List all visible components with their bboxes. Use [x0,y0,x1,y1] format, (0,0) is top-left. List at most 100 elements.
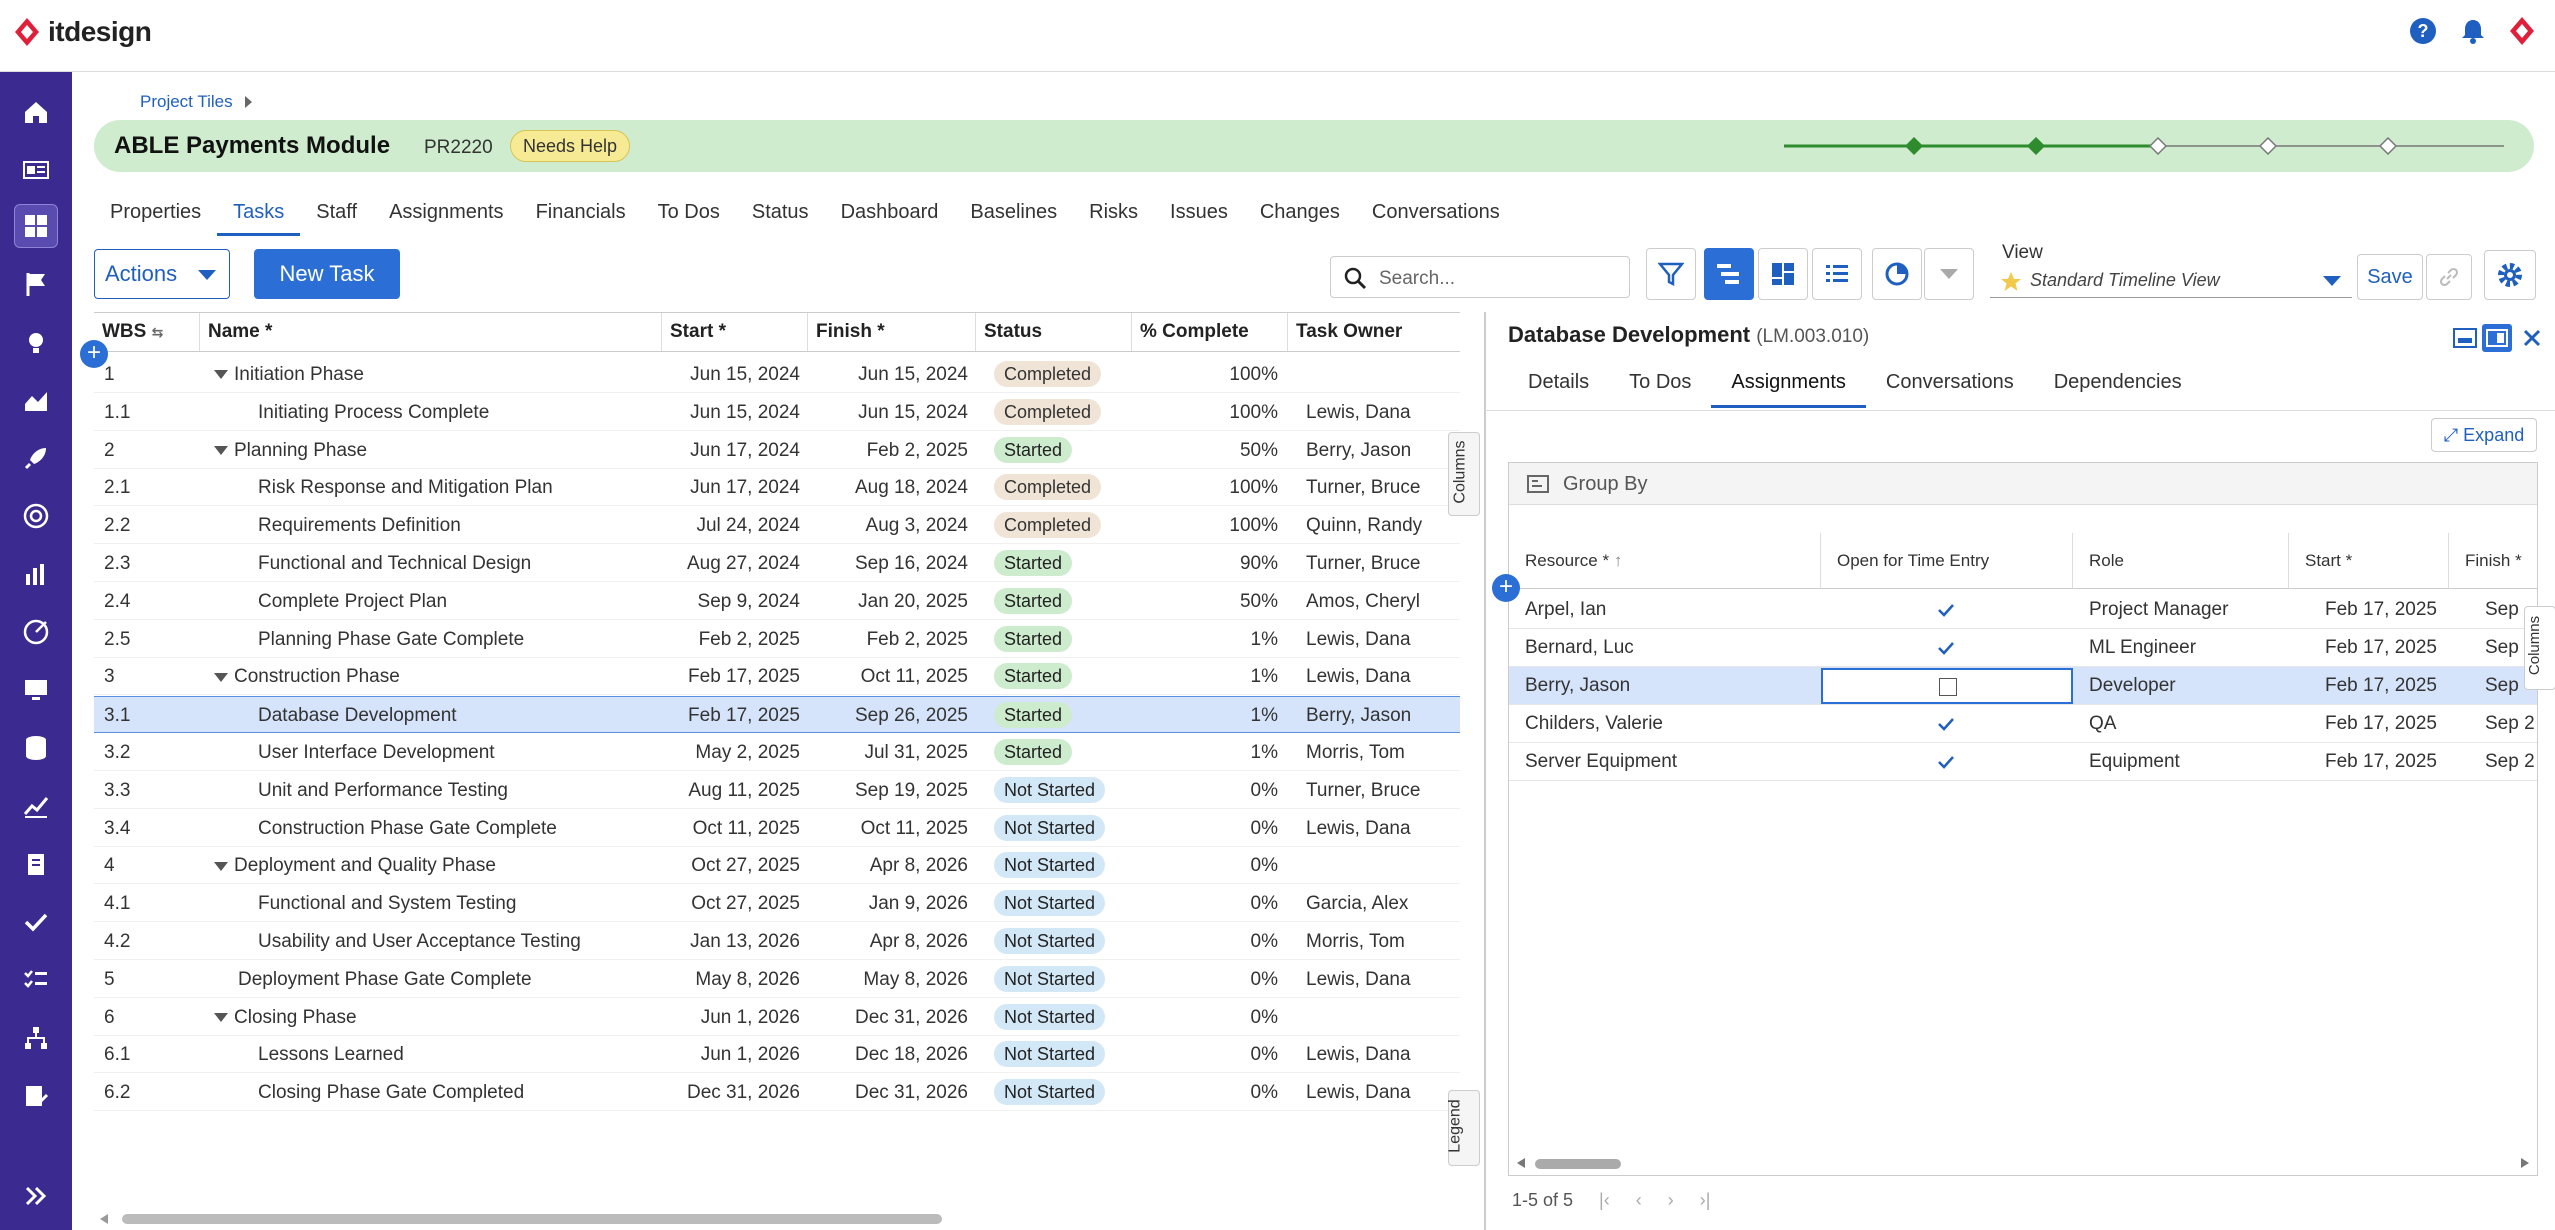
timesheet-edit-icon[interactable] [14,1074,58,1118]
col-header-pct-complete[interactable]: % Complete [1132,313,1288,351]
task-row[interactable]: 2.4 Complete Project Plan Sep 9, 2024 Jan 2… [94,583,1460,620]
clipboard-icon[interactable] [14,842,58,886]
task-row[interactable]: 1.1 Initiating Process Complete Jun 15, 20… [94,394,1460,431]
task-name-cell[interactable]: Requirements Definition [258,507,461,544]
collapse-caret-icon[interactable] [214,446,228,456]
close-icon[interactable] [2522,328,2542,348]
checklist-icon[interactable] [14,958,58,1002]
first-page-icon[interactable]: |‹ [1599,1190,1610,1211]
col-header-status[interactable]: Status [976,313,1132,351]
scroll-right-arrow-icon[interactable] [2519,1157,2531,1169]
assignment-row[interactable]: Bernard, Luc ML Engineer Feb 17, 2025 Sep [1509,629,2537,667]
save-view-button[interactable]: Save [2357,254,2423,300]
collapse-caret-icon[interactable] [214,861,228,871]
task-row[interactable]: 1 Initiation Phase Jun 15, 2024 Jun 15, 202… [94,356,1460,393]
task-row[interactable]: 2.5 Planning Phase Gate Complete Feb 2, 20… [94,621,1460,658]
open-time-entry-checkbox[interactable] [1939,678,1957,696]
assignments-columns-side-tab[interactable]: Columns [2524,606,2555,690]
filter-button[interactable] [1646,248,1696,300]
prev-page-icon[interactable]: ‹ [1636,1190,1642,1211]
tab-to-dos[interactable]: To Dos [642,196,736,236]
task-name-cell[interactable]: Deployment Phase Gate Complete [238,961,532,998]
col-header-name[interactable]: Name * [200,313,662,351]
assignment-row[interactable]: Childers, Valerie QA Feb 17, 2025 Sep 2 [1509,705,2537,743]
tab-risks[interactable]: Risks [1073,196,1154,236]
projects-list-icon[interactable] [14,148,58,192]
milestone-diamond-icon[interactable] [2148,136,2168,156]
view-select[interactable]: Standard Timeline View [1990,262,2352,298]
help-icon[interactable]: ? [2409,17,2437,45]
task-row[interactable]: 3.1 Database Development Feb 17, 2025 Sep 2… [94,696,1460,734]
task-row[interactable]: 3.2 User Interface Development May 2, 2025… [94,734,1460,771]
tab-issues[interactable]: Issues [1154,196,1244,236]
columns-side-tab[interactable]: Columns [1448,432,1480,516]
tab-baselines[interactable]: Baselines [954,196,1073,236]
tab-status[interactable]: Status [736,196,825,236]
assignment-row[interactable]: Berry, Jason Developer Feb 17, 2025 Sep [1509,667,2537,705]
actions-dropdown-button[interactable]: Actions [94,249,230,299]
milestone-diamond-icon[interactable] [2026,136,2046,156]
col-header-task-owner[interactable]: Task Owner [1288,313,1460,351]
detail-tab-dependencies[interactable]: Dependencies [2034,362,2202,408]
brand-diamond-icon[interactable] [2509,16,2535,46]
col-header-finish[interactable]: Finish * [808,313,976,351]
col-header-finish[interactable]: Finish * [2449,533,2537,589]
add-assignment-plus-button[interactable]: + [1492,574,1520,602]
task-row[interactable]: 2.3 Functional and Technical Design Aug 27… [94,545,1460,582]
task-name-cell[interactable]: Closing Phase [214,999,357,1036]
assignment-row[interactable]: Server Equipment Equipment Feb 17, 2025 Sep… [1509,743,2537,781]
rocket-icon[interactable] [14,436,58,480]
dock-bottom-icon[interactable] [2452,326,2478,350]
scroll-left-arrow-icon[interactable] [1515,1157,1527,1169]
expand-button[interactable]: ⤢ Expand [2431,418,2537,452]
task-name-cell[interactable]: Planning Phase Gate Complete [258,621,524,658]
tab-staff[interactable]: Staff [300,196,373,236]
task-name-cell[interactable]: Database Development [258,697,457,734]
tab-conversations[interactable]: Conversations [1356,196,1516,236]
col-header-wbs[interactable]: WBS ⇆ [94,313,200,351]
task-name-cell[interactable]: Construction Phase [214,658,400,695]
task-name-cell[interactable]: Deployment and Quality Phase [214,847,496,884]
chart-view-button[interactable] [1872,248,1922,300]
task-row[interactable]: 4.2 Usability and User Acceptance Testing… [94,923,1460,960]
check-icon[interactable] [1937,641,1955,655]
app-logo[interactable]: itdesign [14,16,152,48]
line-chart-icon[interactable] [14,784,58,828]
col-header-resource[interactable]: Resource * ↑ [1509,533,1821,589]
task-name-cell[interactable]: Lessons Learned [258,1036,404,1073]
task-name-cell[interactable]: Unit and Performance Testing [258,772,508,809]
board-view-button[interactable] [1758,248,1808,300]
task-row[interactable]: 2.2 Requirements Definition Jul 24, 2024 Au… [94,507,1460,545]
chart-options-dropdown[interactable] [1924,248,1974,300]
add-row-plus-button[interactable]: + [80,340,108,368]
tab-changes[interactable]: Changes [1244,196,1356,236]
check-icon[interactable] [1937,755,1955,769]
task-row[interactable]: 2 Planning Phase Jun 17, 2024 Feb 2, 2025 St… [94,432,1460,469]
monitor-icon[interactable] [14,668,58,712]
timeline-view-button[interactable] [1704,248,1754,300]
expand-sidebar-chevrons-icon[interactable] [14,1174,58,1218]
goals-icon[interactable] [14,610,58,654]
task-name-cell[interactable]: Planning Phase [214,432,367,469]
tab-assignments[interactable]: Assignments [373,196,520,236]
task-row[interactable]: 3.4 Construction Phase Gate Complete Oct 1… [94,810,1460,847]
collapse-caret-icon[interactable] [214,672,228,682]
task-name-cell[interactable]: Risk Response and Mitigation Plan [258,469,553,506]
detail-tab-details[interactable]: Details [1508,362,1609,408]
check-icon[interactable] [1937,717,1955,731]
task-row[interactable]: 4.1 Functional and System Testing Oct 27, … [94,885,1460,923]
collapse-caret-icon[interactable] [214,370,228,380]
task-row[interactable]: 3 Construction Phase Feb 17, 2025 Oct 11, 2… [94,658,1460,696]
search-input[interactable]: Search... [1330,256,1630,298]
col-header-role[interactable]: Role [2073,533,2289,589]
detail-tab-assignments[interactable]: Assignments [1711,362,1866,408]
task-row[interactable]: 6.1 Lessons Learned Jun 1, 2026 Dec 18, 202… [94,1036,1460,1074]
tab-financials[interactable]: Financials [520,196,642,236]
task-name-cell[interactable]: Complete Project Plan [258,583,447,620]
grid-horizontal-scrollbar[interactable] [122,1214,942,1224]
collapse-caret-icon[interactable] [214,1013,228,1023]
target-icon[interactable] [14,494,58,538]
task-row[interactable]: 5 Deployment Phase Gate Complete May 8, 20… [94,961,1460,998]
assignment-row[interactable]: Arpel, Ian Project Manager Feb 17, 2025 Sep [1509,591,2537,629]
tab-properties[interactable]: Properties [94,196,217,236]
